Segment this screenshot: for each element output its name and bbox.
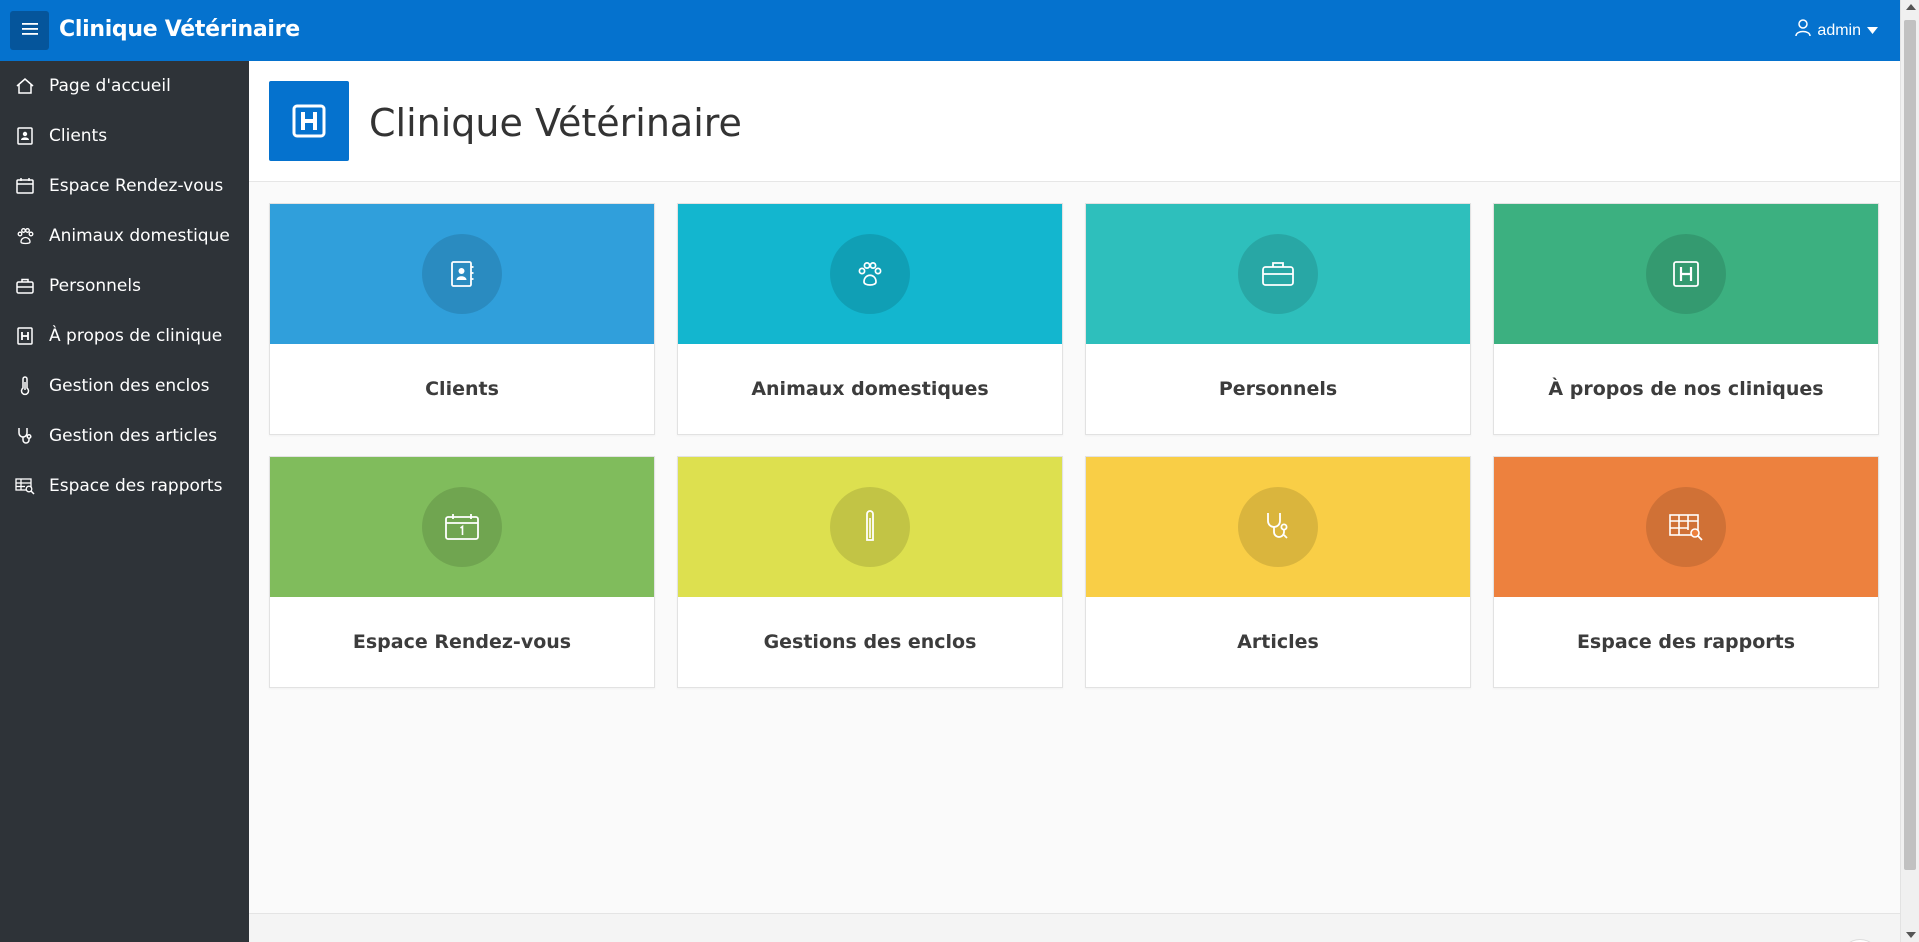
sidebar-item-reports[interactable]: Espace des rapports — [0, 461, 249, 511]
sidebar-item-label: À propos de clinique — [49, 326, 223, 346]
sidebar-item-label: Clients — [49, 126, 108, 146]
sidebar-item-home[interactable]: Page d'accueil — [0, 61, 249, 111]
card-banner — [1494, 204, 1878, 344]
stethoscope-icon — [14, 425, 36, 447]
calendar-icon — [422, 487, 502, 567]
card-enclosures[interactable]: Gestions des enclos — [677, 456, 1063, 688]
hospital-icon — [1646, 234, 1726, 314]
home-icon — [14, 75, 36, 97]
card-banner — [1494, 457, 1878, 597]
vertical-scrollbar[interactable] — [1900, 0, 1919, 942]
card-staff[interactable]: Personnels — [1085, 203, 1471, 435]
app-title[interactable]: Clinique Vétérinaire — [59, 17, 300, 42]
hamburger-menu-button[interactable] — [10, 11, 49, 50]
card-banner — [270, 204, 654, 344]
contact-book-icon — [422, 234, 502, 314]
scroll-down-arrow-icon[interactable] — [1906, 932, 1916, 938]
card-banner — [678, 457, 1062, 597]
contact-book-icon — [14, 125, 36, 147]
sidebar-item-label: Personnels — [49, 276, 141, 296]
card-banner — [678, 204, 1062, 344]
card-banner — [1086, 204, 1470, 344]
page-footer — [249, 913, 1900, 942]
briefcase-icon — [1238, 234, 1318, 314]
scrollbar-thumb[interactable] — [1904, 20, 1916, 870]
card-label: Personnels — [1218, 378, 1338, 400]
card-label: Articles — [1237, 631, 1319, 653]
paw-icon — [830, 234, 910, 314]
sidebar-item-articles[interactable]: Gestion des articles — [0, 411, 249, 461]
page-title: Clinique Vétérinaire — [369, 101, 742, 145]
sidebar-item-appointments[interactable]: Espace Rendez-vous — [0, 161, 249, 211]
card-label: Gestions des enclos — [763, 631, 977, 653]
thermometer-icon — [830, 487, 910, 567]
briefcase-icon — [14, 275, 36, 297]
paw-icon — [14, 225, 36, 247]
sidebar-item-label: Animaux domestique — [49, 226, 230, 246]
sidebar-item-label: Gestion des articles — [49, 426, 218, 446]
sidebar-item-label: Page d'accueil — [49, 76, 171, 96]
card-grid: Clients Animaux domestiques Personnels À… — [269, 203, 1879, 688]
sidebar-item-staff[interactable]: Personnels — [0, 261, 249, 311]
sidebar-item-label: Espace des rapports — [49, 476, 223, 496]
table-search-icon — [14, 475, 36, 497]
card-label: Espace des rapports — [1576, 631, 1796, 653]
hospital-icon — [269, 81, 349, 161]
card-articles[interactable]: Articles — [1085, 456, 1471, 688]
caret-down-icon — [1867, 22, 1878, 40]
card-about[interactable]: À propos de nos cliniques — [1493, 203, 1879, 435]
card-label: Animaux domestiques — [751, 378, 989, 400]
sidebar-item-label: Gestion des enclos — [49, 376, 210, 396]
stethoscope-icon — [1238, 487, 1318, 567]
hero-region: Clinique Vétérinaire — [249, 61, 1900, 182]
table-search-icon — [1646, 487, 1726, 567]
card-label: Espace Rendez-vous — [352, 631, 572, 653]
user-icon — [1795, 19, 1812, 42]
hamburger-icon — [21, 22, 38, 40]
user-name: admin — [1817, 21, 1861, 39]
card-clients[interactable]: Clients — [269, 203, 655, 435]
sidebar-nav: Page d'accueil Clients Espace Rendez-vou… — [0, 61, 249, 942]
calendar-icon — [14, 175, 36, 197]
top-app-bar: Clinique Vétérinaire admin — [0, 0, 1900, 61]
sidebar-item-clients[interactable]: Clients — [0, 111, 249, 161]
hospital-icon — [14, 325, 36, 347]
scroll-up-arrow-icon[interactable] — [1906, 4, 1916, 10]
card-banner — [1086, 457, 1470, 597]
main-content: Clinique Vétérinaire Clients Animaux dom… — [249, 61, 1900, 942]
sidebar-item-pets[interactable]: Animaux domestique — [0, 211, 249, 261]
user-menu[interactable]: admin — [1795, 19, 1878, 42]
card-reports[interactable]: Espace des rapports — [1493, 456, 1879, 688]
card-pets[interactable]: Animaux domestiques — [677, 203, 1063, 435]
sidebar-item-enclosures[interactable]: Gestion des enclos — [0, 361, 249, 411]
card-appointments[interactable]: Espace Rendez-vous — [269, 456, 655, 688]
card-label: Clients — [425, 378, 499, 400]
sidebar-item-about[interactable]: À propos de clinique — [0, 311, 249, 361]
sidebar-item-label: Espace Rendez-vous — [49, 176, 224, 196]
card-label: À propos de nos cliniques — [1548, 378, 1824, 400]
thermometer-icon — [14, 375, 36, 397]
card-banner — [270, 457, 654, 597]
